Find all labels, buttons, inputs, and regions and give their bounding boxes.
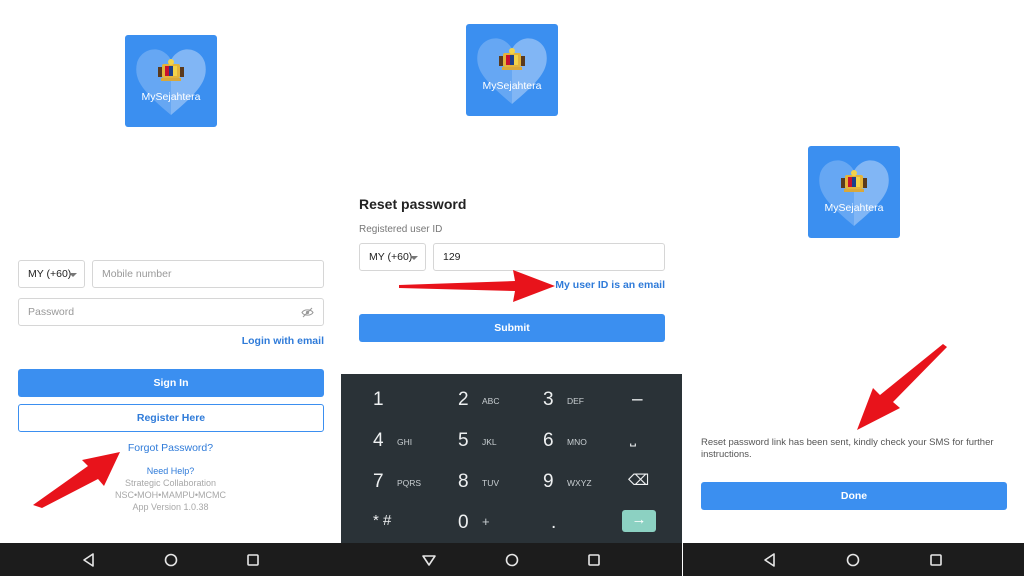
mobile-placeholder: Mobile number	[102, 268, 172, 280]
key-dash[interactable]: –	[632, 379, 672, 419]
red-arrow-icon	[399, 270, 555, 302]
password-input[interactable]: Password	[18, 298, 324, 326]
password-placeholder: Password	[28, 306, 75, 318]
country-code-select[interactable]: MY (+60)	[18, 260, 85, 288]
red-arrow-icon	[33, 452, 120, 508]
key-7[interactable]: 7 PQRS	[373, 461, 443, 501]
logo-text: MySejahtera	[482, 80, 542, 92]
recents-icon[interactable]	[244, 551, 262, 569]
key-2[interactable]: 2 ABC	[458, 379, 528, 419]
register-button[interactable]: Register Here	[18, 404, 324, 432]
chevron-down-icon	[69, 273, 77, 277]
heart-icon	[819, 160, 889, 226]
screenshot-root: MySejahtera MY (+60) Mobile number Passw…	[0, 0, 1024, 576]
user-id-value: 129	[443, 251, 461, 263]
country-code-value: MY (+60)	[369, 251, 413, 263]
country-code-value: MY (+60)	[28, 268, 72, 280]
key-5[interactable]: 5 JKL	[458, 420, 528, 460]
back-icon[interactable]	[761, 551, 779, 569]
confirmation-message: Reset password link has been sent, kindl…	[701, 437, 994, 460]
home-icon[interactable]	[844, 551, 862, 569]
logo-text: MySejahtera	[824, 202, 884, 214]
login-screen: MySejahtera MY (+60) Mobile number Passw…	[0, 0, 341, 576]
app-logo: MySejahtera	[808, 146, 900, 238]
numeric-keyboard: 1 2 ABC 3 DEF – 4 GHI 5 JKL 6 MNO ⎵ 7 PQRS 8 TU…	[341, 374, 682, 543]
heart-icon	[136, 49, 206, 115]
field-label: Registered user ID	[359, 224, 443, 235]
eye-off-icon[interactable]	[301, 307, 314, 318]
hide-keyboard-icon[interactable]	[420, 551, 438, 569]
login-with-email-link[interactable]: Login with email	[242, 335, 324, 347]
recents-icon[interactable]	[927, 551, 945, 569]
enter-key[interactable]: →	[622, 510, 656, 532]
back-icon[interactable]	[80, 551, 98, 569]
android-nav-bar	[683, 543, 1024, 576]
space-key-icon[interactable]: ⎵	[630, 420, 670, 460]
heart-icon	[477, 38, 547, 104]
key-6[interactable]: 6 MNO	[543, 420, 613, 460]
reset-password-screen: MySejahtera Reset password Registered us…	[341, 0, 682, 576]
submit-button[interactable]: Submit	[359, 314, 665, 342]
done-button[interactable]: Done	[701, 482, 1007, 510]
app-logo: MySejahtera	[125, 35, 217, 127]
key-4[interactable]: 4 GHI	[373, 420, 443, 460]
key-period[interactable]: .	[551, 502, 591, 542]
user-id-email-link[interactable]: My user ID is an email	[555, 279, 665, 291]
key-star-hash[interactable]: * #	[373, 502, 443, 542]
backspace-icon[interactable]: ⌫	[628, 461, 668, 501]
red-arrow-icon	[857, 344, 947, 430]
android-nav-bar	[341, 543, 682, 576]
page-title: Reset password	[359, 196, 467, 212]
recents-icon[interactable]	[585, 551, 603, 569]
arrow-right-icon: →	[631, 511, 647, 528]
home-icon[interactable]	[162, 551, 180, 569]
key-3[interactable]: 3 DEF	[543, 379, 613, 419]
sign-in-button[interactable]: Sign In	[18, 369, 324, 397]
android-nav-bar	[0, 543, 341, 576]
home-icon[interactable]	[503, 551, 521, 569]
reset-confirmation-screen: MySejahtera Reset password link has been…	[683, 0, 1024, 576]
mobile-number-input[interactable]: Mobile number	[92, 260, 324, 288]
logo-text: MySejahtera	[141, 91, 201, 103]
key-9[interactable]: 9 WXYZ	[543, 461, 613, 501]
app-logo: MySejahtera	[466, 24, 558, 116]
key-1[interactable]: 1	[373, 379, 443, 419]
key-0[interactable]: 0 +	[458, 502, 528, 542]
key-8[interactable]: 8 TUV	[458, 461, 528, 501]
chevron-down-icon	[410, 256, 418, 260]
